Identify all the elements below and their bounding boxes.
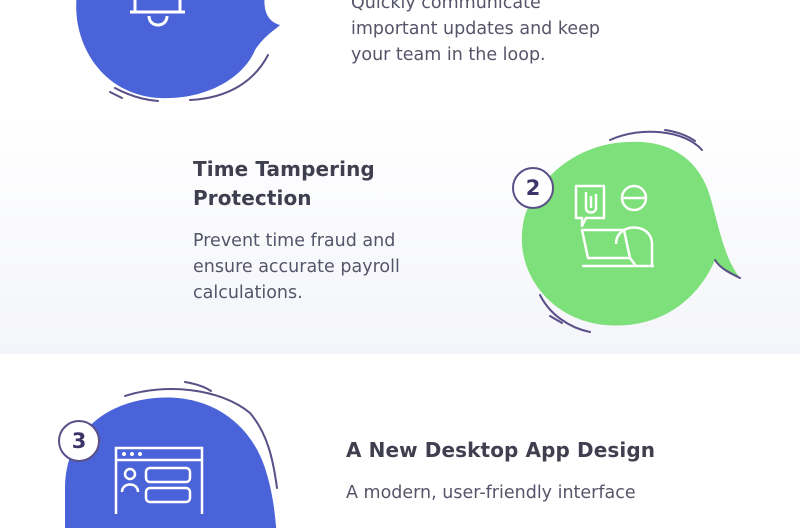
title-line: A New Desktop App Design [346, 438, 656, 462]
title-line: Protection [193, 186, 312, 210]
title-line: Time Tampering [193, 157, 375, 181]
description-line: Quickly communicate [351, 0, 541, 13]
bell-icon [130, 0, 185, 27]
feature-1-description: Quickly communicate important updates an… [351, 0, 671, 68]
description-line: A modern, user-friendly interface [346, 483, 636, 503]
step-number-badge: 2 [512, 167, 554, 209]
time-tampering-icon [574, 184, 654, 268]
feature-2-title: Time Tampering Protection [193, 155, 453, 213]
feature-3-description: A modern, user-friendly interface [346, 480, 766, 506]
description-line: your team in the loop. [351, 45, 546, 65]
feature-2-description: Prevent time fraud and ensure accurate p… [193, 228, 453, 306]
description-line: important updates and keep [351, 19, 600, 39]
description-line: calculations. [193, 283, 303, 303]
description-line: ensure accurate payroll [193, 257, 400, 277]
description-line: Prevent time fraud and [193, 231, 396, 251]
feature-3-title: A New Desktop App Design [346, 436, 766, 465]
desktop-app-icon [114, 446, 204, 514]
step-number-badge: 3 [58, 420, 100, 462]
